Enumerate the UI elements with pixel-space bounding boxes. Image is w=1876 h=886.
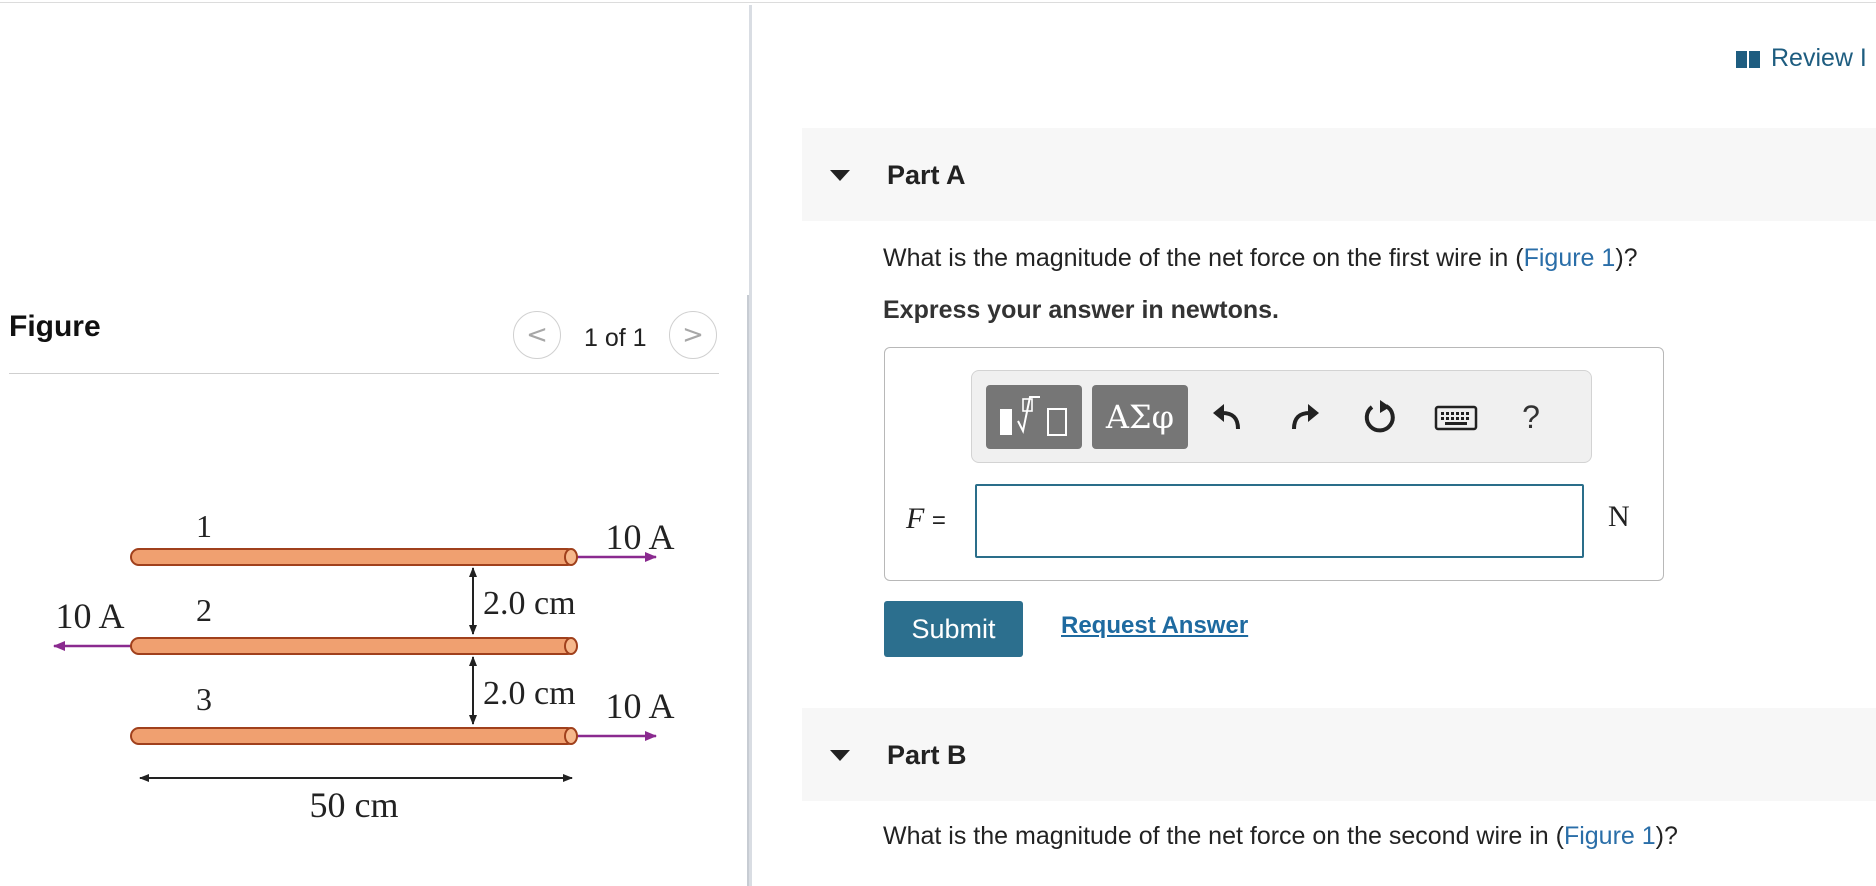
wire-2-label: 2 — [196, 592, 212, 628]
figure-divider — [9, 373, 719, 374]
part-b-header[interactable]: Part B — [802, 708, 1876, 801]
collapse-triangle-icon — [830, 170, 850, 181]
book-icon — [1736, 51, 1760, 68]
wire-1-label: 1 — [196, 508, 212, 544]
part-a-instruction: Express your answer in newtons. — [883, 296, 1279, 324]
part-b-title: Part B — [887, 740, 967, 770]
figure-title: Figure — [9, 310, 101, 343]
review-link[interactable]: Review I — [1735, 44, 1867, 73]
spacing-2-label: 2.0 cm — [483, 675, 576, 712]
undo-icon — [1213, 404, 1240, 430]
wire-1-current-label: 10 A — [605, 517, 674, 557]
math-toolbar: ΑΣφ ? — [971, 370, 1592, 463]
templates-button[interactable] — [986, 385, 1082, 449]
part-b-figure-link[interactable]: Figure 1 — [1564, 822, 1656, 850]
part-b-question: What is the magnitude of the net force o… — [883, 822, 1678, 851]
redo-icon — [1292, 404, 1319, 430]
request-answer-link[interactable]: Request Answer — [1061, 612, 1248, 640]
figure-next-button[interactable]: > — [669, 311, 717, 359]
wire-3-label: 3 — [196, 681, 212, 717]
panel-divider-handle[interactable] — [747, 295, 749, 886]
wire-3 — [130, 727, 578, 745]
part-b-question-text: What is the magnitude of the net force o… — [883, 822, 1564, 850]
help-button[interactable]: ? — [1511, 397, 1551, 437]
keyboard-icon — [1434, 405, 1478, 431]
review-link-label: Review I — [1771, 44, 1867, 72]
symbols-button[interactable]: ΑΣφ — [1092, 385, 1188, 449]
undo-button[interactable] — [1208, 397, 1248, 437]
figure-pager-text: 1 of 1 — [584, 324, 647, 352]
unit-label: N — [1608, 500, 1630, 533]
variable-label: F = — [906, 502, 946, 536]
part-b-question-suffix: )? — [1655, 822, 1678, 850]
wire-1 — [130, 548, 578, 566]
keyboard-button[interactable] — [1434, 397, 1478, 437]
answer-input[interactable] — [975, 484, 1584, 558]
reset-icon — [1364, 400, 1395, 433]
part-a-question-suffix: )? — [1615, 244, 1638, 272]
part-a-figure-link[interactable]: Figure 1 — [1524, 244, 1616, 272]
wire-2 — [130, 637, 578, 655]
top-rule — [0, 2, 1876, 3]
figure-prev-button[interactable]: < — [513, 311, 561, 359]
wire-3-current-label: 10 A — [605, 686, 674, 726]
equals-sign: = — [931, 507, 946, 534]
reset-button[interactable] — [1360, 397, 1400, 437]
panel-divider[interactable] — [749, 5, 752, 886]
templates-icon — [1000, 396, 1067, 436]
variable-name: F — [906, 502, 925, 535]
collapse-triangle-icon — [830, 750, 850, 761]
wire-2-current-label: 10 A — [55, 596, 124, 636]
length-label: 50 cm — [310, 785, 399, 825]
part-a-question-text: What is the magnitude of the net force o… — [883, 244, 1524, 272]
wires-diagram: 1 2 3 10 A 10 A 10 A 2.0 cm 2.0 cm 50 cm — [53, 508, 675, 825]
part-a-header[interactable]: Part A — [802, 128, 1876, 221]
redo-button[interactable] — [1284, 397, 1324, 437]
spacing-1-label: 2.0 cm — [483, 585, 576, 622]
part-a-title: Part A — [887, 160, 966, 190]
submit-button[interactable]: Submit — [884, 601, 1023, 657]
part-a-question: What is the magnitude of the net force o… — [883, 244, 1638, 273]
